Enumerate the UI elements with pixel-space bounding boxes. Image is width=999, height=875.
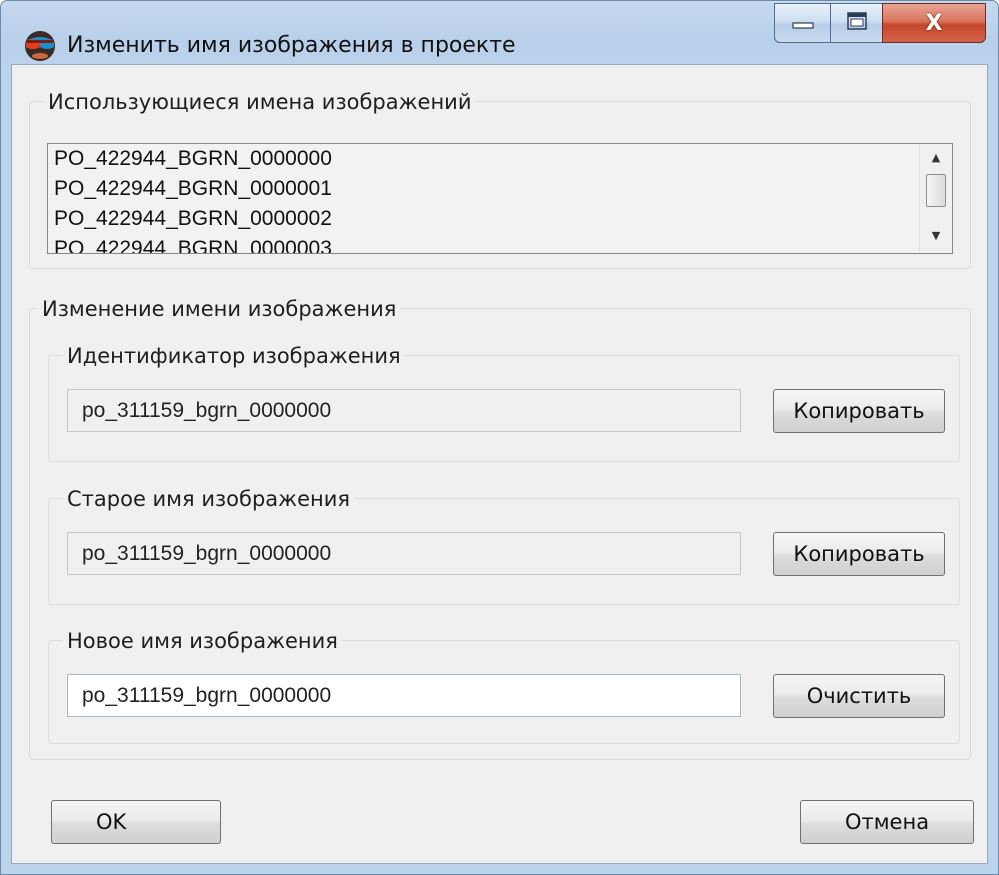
scroll-thumb[interactable] bbox=[926, 174, 946, 207]
list-item[interactable]: PO_422944_BGRN_0000002 bbox=[48, 204, 952, 234]
close-button[interactable]: X bbox=[882, 3, 986, 43]
dialog-client-area: Использующиеся имена изображений PO_4229… bbox=[11, 64, 988, 864]
maximize-button[interactable] bbox=[830, 3, 882, 43]
scroll-down-arrow-icon[interactable]: ▼ bbox=[920, 224, 952, 248]
list-item[interactable]: PO_422944_BGRN_0000000 bbox=[48, 144, 952, 174]
cancel-button[interactable]: Отмена bbox=[800, 800, 974, 844]
new-name-group: Новое имя изображения po_311159_bgrn_000… bbox=[48, 627, 960, 744]
ok-button[interactable]: OK bbox=[51, 800, 221, 844]
rename-group-title: Изменение имени изображения bbox=[38, 295, 401, 323]
used-names-group: Использующиеся имена изображений PO_4229… bbox=[29, 88, 971, 269]
list-item[interactable]: PO_422944_BGRN_0000003 bbox=[48, 234, 952, 253]
scroll-up-arrow-icon[interactable]: ▲ bbox=[920, 146, 952, 170]
old-name-group-title: Старое имя изображения bbox=[63, 485, 354, 513]
minimize-button[interactable] bbox=[774, 3, 830, 43]
maximize-icon bbox=[846, 11, 868, 35]
dialog-window: Изменить имя изображения в проекте X Исп… bbox=[0, 0, 999, 875]
close-icon: X bbox=[925, 10, 943, 36]
identifier-field: po_311159_bgrn_0000000 bbox=[67, 389, 741, 432]
used-names-list[interactable]: PO_422944_BGRN_0000000 PO_422944_BGRN_00… bbox=[47, 143, 953, 254]
identifier-group-title: Идентификатор изображения bbox=[63, 342, 405, 370]
clear-button[interactable]: Очистить bbox=[773, 674, 945, 718]
old-name-group: Старое имя изображения po_311159_bgrn_00… bbox=[48, 485, 960, 605]
new-name-input[interactable]: po_311159_bgrn_0000000 bbox=[67, 674, 741, 717]
minimize-icon bbox=[791, 14, 814, 33]
stereo-glasses-icon bbox=[23, 29, 57, 63]
identifier-group: Идентификатор изображения po_311159_bgrn… bbox=[48, 342, 960, 462]
copy-identifier-button[interactable]: Копировать bbox=[773, 389, 945, 433]
copy-old-name-button[interactable]: Копировать bbox=[773, 532, 945, 576]
window-title: Изменить имя изображения в проекте bbox=[67, 33, 516, 58]
rename-group: Изменение имени изображения Идентификато… bbox=[29, 295, 971, 760]
new-name-group-title: Новое имя изображения bbox=[63, 627, 342, 655]
old-name-field: po_311159_bgrn_0000000 bbox=[67, 532, 741, 575]
caption-buttons: X bbox=[774, 3, 990, 49]
used-names-group-title: Использующиеся имена изображений bbox=[44, 88, 476, 116]
list-item[interactable]: PO_422944_BGRN_0000001 bbox=[48, 174, 952, 204]
vertical-scrollbar[interactable]: ▲ ▼ bbox=[919, 144, 952, 253]
